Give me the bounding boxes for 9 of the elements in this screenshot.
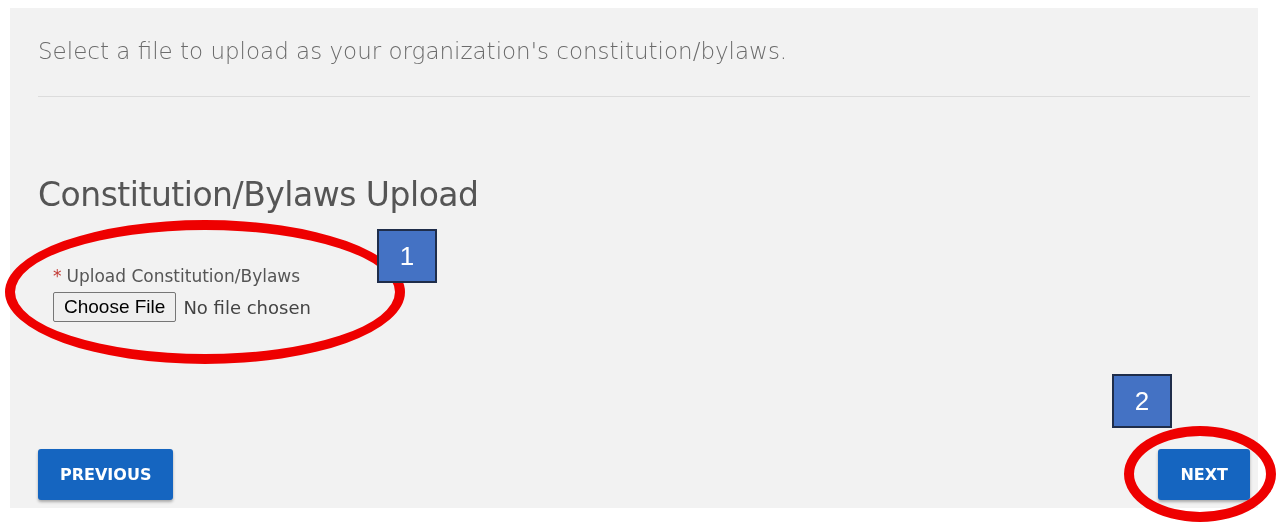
previous-button[interactable]: PREVIOUS <box>38 449 174 500</box>
next-button[interactable]: NEXT <box>1158 449 1250 500</box>
choose-file-button[interactable]: Choose File <box>53 292 177 322</box>
file-status: No file chosen <box>183 296 311 318</box>
section-title: Constitution/Bylaws Upload <box>38 175 480 214</box>
callout-number: 2 <box>1112 374 1172 428</box>
intro-text: Select a file to upload as your organization's constitution/bylaws. <box>38 38 789 64</box>
field-label: * Upload Constitution/Bylaws <box>53 266 301 286</box>
callout-number: 1 <box>377 229 437 283</box>
